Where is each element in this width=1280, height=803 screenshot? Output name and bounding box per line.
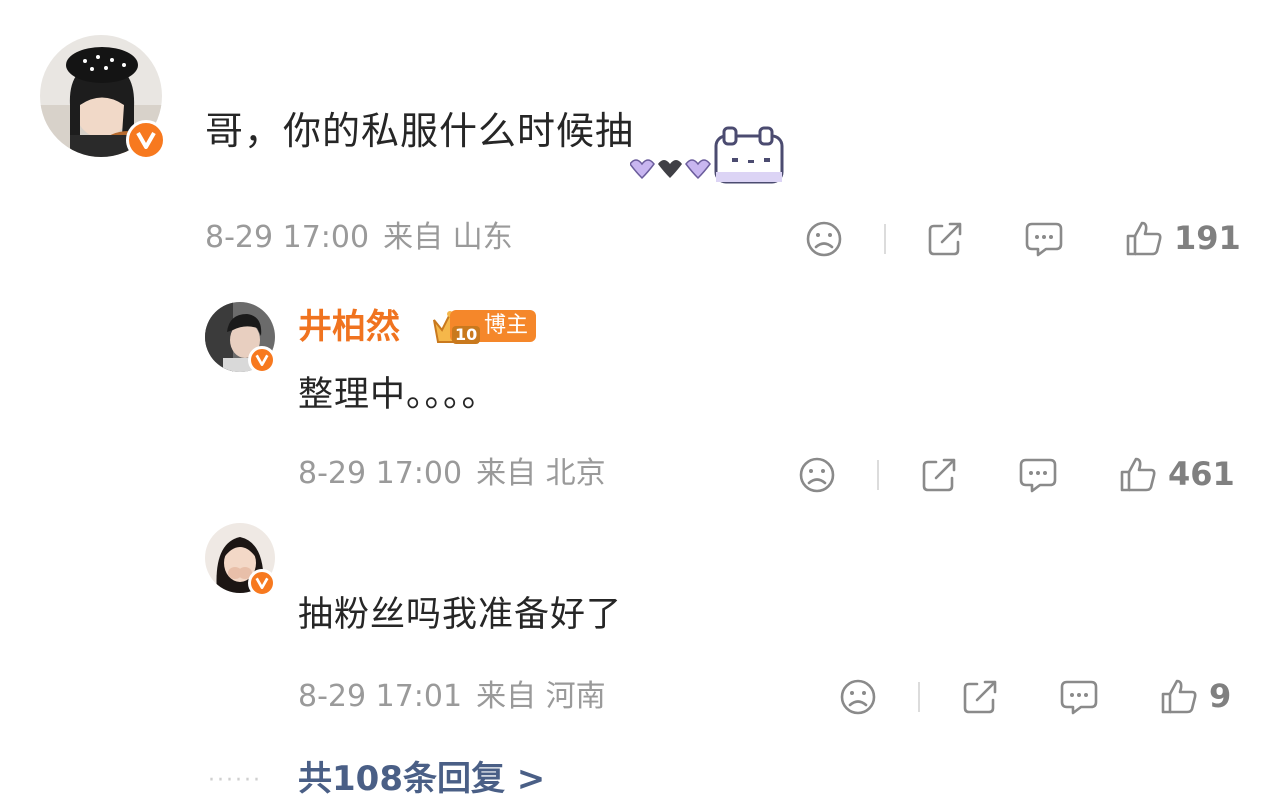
main-comment-text: 哥，你的私服什么时候抽 <box>205 109 635 153</box>
reply-text: 抽粉丝吗我准备好了 <box>298 595 623 635</box>
view-all-replies-link[interactable]: 共108条回复 > <box>298 762 545 796</box>
like-button[interactable]: 9 <box>1159 676 1231 716</box>
like-button[interactable]: 461 <box>1118 454 1235 494</box>
bunny-sticker-icon <box>629 124 790 192</box>
reply-meta: 8-29 17:00 来自 北京 <box>298 459 620 489</box>
reply-button[interactable] <box>1018 456 1058 494</box>
comment-location: 来自 山东 <box>383 220 513 255</box>
blogger-badge-label: 博主 <box>484 313 529 338</box>
sad-face-icon <box>799 457 835 493</box>
level-badge-number: 10 <box>455 325 478 344</box>
share-icon <box>922 458 956 492</box>
separator-dots: ······ <box>208 768 262 793</box>
reply-meta: 8-29 17:01 来自 河南 <box>298 682 620 712</box>
comment-icon <box>1025 222 1063 257</box>
thumbs-up-icon <box>1126 221 1162 256</box>
thumbs-up-icon <box>1120 457 1156 492</box>
share-button[interactable] <box>926 220 964 258</box>
reply-location: 来自 河南 <box>476 679 606 714</box>
dislike-button[interactable] <box>798 456 836 494</box>
share-button[interactable] <box>920 456 958 494</box>
verified-badge-icon <box>126 120 166 160</box>
reply-button[interactable] <box>1059 678 1099 716</box>
comment-icon <box>1060 680 1098 715</box>
share-button[interactable] <box>961 678 999 716</box>
verified-badge-icon <box>248 346 276 374</box>
action-divider <box>884 224 886 254</box>
dislike-button[interactable] <box>805 220 843 258</box>
thumbs-up-icon <box>1161 679 1197 714</box>
like-button[interactable]: 191 <box>1124 218 1241 258</box>
reply-button[interactable] <box>1024 220 1064 258</box>
sad-face-icon <box>840 679 876 715</box>
reply-date: 8-29 17:01 <box>298 679 463 714</box>
comment-icon <box>1019 458 1057 493</box>
share-icon <box>963 680 997 714</box>
reply-username[interactable]: 井柏然 <box>298 310 400 344</box>
like-count: 191 <box>1174 219 1241 257</box>
action-divider <box>918 682 920 712</box>
reply-location: 来自 北京 <box>476 456 606 491</box>
level-badge: 10 <box>452 325 481 344</box>
share-icon <box>928 222 962 256</box>
like-count: 461 <box>1168 455 1235 493</box>
reply-text: 整理中。。。。 <box>298 375 498 415</box>
comment-date: 8-29 17:00 <box>205 220 370 255</box>
reply-date: 8-29 17:00 <box>298 456 463 491</box>
main-comment-meta: 8-29 17:00 来自 山东 <box>205 223 527 253</box>
action-divider <box>877 460 879 490</box>
verified-badge-icon <box>248 569 276 597</box>
dislike-button[interactable] <box>839 678 877 716</box>
sad-face-icon <box>806 221 842 257</box>
like-count: 9 <box>1209 677 1232 715</box>
